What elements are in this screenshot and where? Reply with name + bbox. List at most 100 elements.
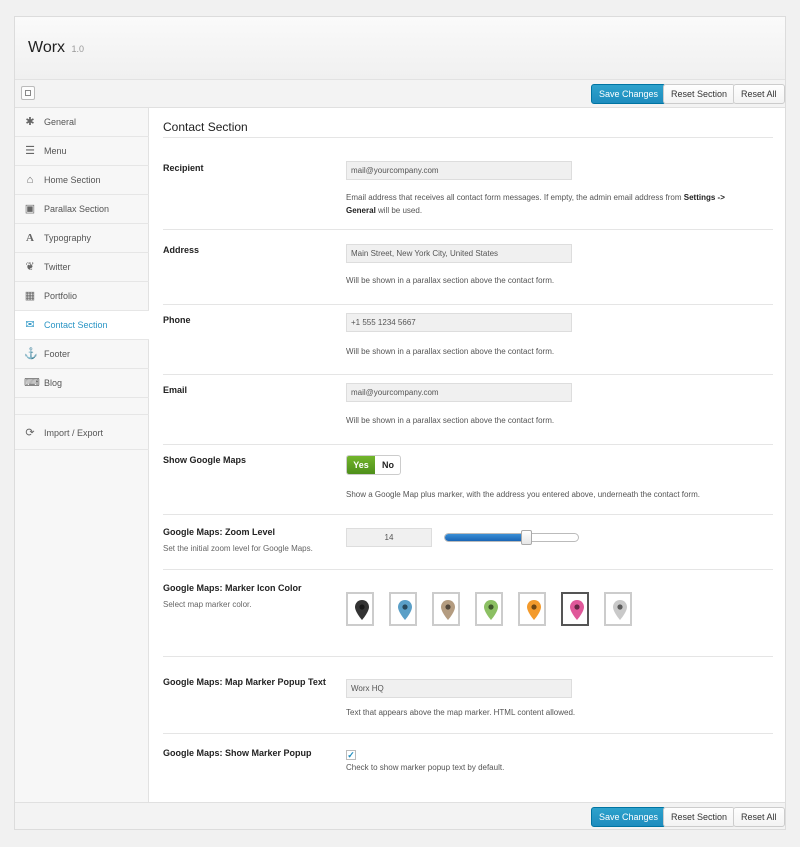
theme-version: 1.0 xyxy=(71,44,85,54)
save-button-bottom[interactable]: Save Changes xyxy=(591,807,667,827)
map-pin-icon xyxy=(527,600,541,620)
sidebar-item-contact-section[interactable]: ✉ Contact Section xyxy=(15,311,149,340)
marker-color-option[interactable] xyxy=(518,592,546,626)
sidebar-item-label: Home Section xyxy=(44,175,101,185)
font-icon: A xyxy=(26,232,34,244)
zoom-label: Google Maps: Zoom Level xyxy=(163,527,276,537)
reset-section-button[interactable]: Reset Section xyxy=(663,84,736,104)
zoom-sublabel: Set the initial zoom level for Google Ma… xyxy=(163,544,313,553)
page-title: Worx 1.0 xyxy=(28,39,84,57)
recipient-description-suffix: will be used. xyxy=(375,206,423,215)
marker-color-label: Google Maps: Marker Icon Color xyxy=(163,583,302,593)
email-label: Email xyxy=(163,385,188,395)
marker-color-option[interactable] xyxy=(389,592,417,626)
show-maps-row: Show Google Maps Yes No Show a Google Ma… xyxy=(163,445,773,515)
sidebar-item-label: Blog xyxy=(44,378,63,388)
sidebar-item-menu[interactable]: ☰ Menu xyxy=(15,137,149,166)
popup-text-input[interactable]: Worx HQ xyxy=(346,679,572,698)
sidebar-item-footer[interactable]: ⚓ Footer xyxy=(15,340,149,369)
show-maps-no-button[interactable]: No xyxy=(375,456,400,474)
sidebar-item-label: Menu xyxy=(44,146,67,156)
map-pin-icon xyxy=(613,600,627,620)
refresh-icon: ⟳ xyxy=(25,427,35,439)
show-maps-label: Show Google Maps xyxy=(163,455,247,465)
reset-all-button[interactable]: Reset All xyxy=(733,84,785,104)
popup-text-label: Google Maps: Map Marker Popup Text xyxy=(163,677,326,687)
popup-text-row: Google Maps: Map Marker Popup Text Worx … xyxy=(163,657,773,734)
sidebar-item-portfolio[interactable]: ▦ Portfolio xyxy=(15,282,149,311)
bottom-toolbar: Save Changes Reset Section Reset All xyxy=(15,802,785,829)
recipient-description-text: Email address that receives all contact … xyxy=(346,193,684,202)
zoom-slider[interactable] xyxy=(444,530,579,545)
address-row: Address Main Street, New York City, Unit… xyxy=(163,235,773,305)
expand-icon xyxy=(25,90,31,96)
show-maps-description: Show a Google Map plus marker, with the … xyxy=(346,490,700,499)
email-description: Will be shown in a parallax section abov… xyxy=(346,416,555,425)
sidebar: ✱ General ☰ Menu ⌂ Home Section ▣ Parall… xyxy=(15,108,149,802)
map-pin-icon xyxy=(398,600,412,620)
sidebar-item-label: Contact Section xyxy=(44,320,108,330)
home-icon: ⌂ xyxy=(26,174,34,186)
marker-color-option[interactable] xyxy=(432,592,460,626)
recipient-row: Recipient mail@yourcompany.com Email add… xyxy=(163,153,773,230)
show-popup-row: Google Maps: Show Marker Popup ✓ Check t… xyxy=(163,734,773,784)
sidebar-item-blog[interactable]: ⌨ Blog xyxy=(15,369,149,398)
recipient-input[interactable]: mail@yourcompany.com xyxy=(346,161,572,180)
expand-toggle-button[interactable] xyxy=(21,86,35,100)
sidebar-item-label: Typography xyxy=(44,233,92,243)
map-pin-icon xyxy=(570,600,584,620)
sidebar-item-home-section[interactable]: ⌂ Home Section xyxy=(15,166,149,195)
sidebar-item-twitter[interactable]: ❦ Twitter xyxy=(15,253,149,282)
marker-color-option[interactable] xyxy=(561,592,589,626)
marker-color-option[interactable] xyxy=(475,592,503,626)
sidebar-item-label: Parallax Section xyxy=(44,204,110,214)
top-toolbar: Save Changes Reset Section Reset All xyxy=(15,80,785,108)
map-pin-icon xyxy=(441,600,455,620)
divider xyxy=(163,137,773,138)
zoom-row: Google Maps: Zoom Level Set the initial … xyxy=(163,514,773,570)
show-popup-checkbox[interactable]: ✓ xyxy=(346,750,356,760)
gear-icon: ✱ xyxy=(25,116,35,128)
address-description: Will be shown in a parallax section abov… xyxy=(346,276,555,285)
sidebar-item-label: Footer xyxy=(44,349,71,359)
address-input[interactable]: Main Street, New York City, United State… xyxy=(346,244,572,263)
sidebar-item-label: Twitter xyxy=(44,262,71,272)
reset-all-button-bottom[interactable]: Reset All xyxy=(733,807,785,827)
sidebar-item-label: Import / Export xyxy=(44,428,104,438)
anchor-icon: ⚓ xyxy=(24,348,38,360)
phone-description: Will be shown in a parallax section abov… xyxy=(346,347,555,356)
reset-section-button-bottom[interactable]: Reset Section xyxy=(663,807,736,827)
phone-label: Phone xyxy=(163,315,191,325)
panel-header: Worx 1.0 xyxy=(15,17,785,80)
marker-color-sublabel: Select map marker color. xyxy=(163,600,252,609)
main-content: Contact Section Recipient mail@yourcompa… xyxy=(149,108,785,802)
twitter-icon: ❦ xyxy=(25,261,35,273)
sidebar-item-general[interactable]: ✱ General xyxy=(15,108,149,137)
show-maps-yes-button[interactable]: Yes xyxy=(347,456,375,474)
general-link-text: General xyxy=(346,206,376,215)
recipient-label: Recipient xyxy=(163,163,204,173)
zoom-value-input[interactable]: 14 xyxy=(346,528,432,547)
settings-link-text: Settings -> xyxy=(683,193,725,202)
sidebar-item-typography[interactable]: A Typography xyxy=(15,224,149,253)
save-button[interactable]: Save Changes xyxy=(591,84,667,104)
map-pin-icon xyxy=(355,600,369,620)
email-input[interactable]: mail@yourcompany.com xyxy=(346,383,572,402)
recipient-description: Email address that receives all contact … xyxy=(346,191,766,217)
sidebar-item-label: Portfolio xyxy=(44,291,78,301)
zoom-slider-handle[interactable] xyxy=(521,530,532,545)
image-icon: ▣ xyxy=(24,203,36,215)
sidebar-item-parallax-section[interactable]: ▣ Parallax Section xyxy=(15,195,149,224)
options-panel: Worx 1.0 Save Changes Reset Section Rese… xyxy=(14,16,786,830)
phone-input[interactable]: +1 555 1234 5667 xyxy=(346,313,572,332)
section-title: Contact Section xyxy=(163,120,248,134)
theme-name: Worx xyxy=(28,39,66,56)
sidebar-item-import-export[interactable]: ⟳ Import / Export xyxy=(15,414,149,450)
sidebar-item-label: General xyxy=(44,117,77,127)
marker-color-option[interactable] xyxy=(346,592,374,626)
zoom-slider-fill xyxy=(445,534,526,541)
show-popup-label: Google Maps: Show Marker Popup xyxy=(163,748,312,758)
marker-color-option[interactable] xyxy=(604,592,632,626)
marker-color-row: Google Maps: Marker Icon Color Select ma… xyxy=(163,570,773,657)
address-label: Address xyxy=(163,245,200,255)
